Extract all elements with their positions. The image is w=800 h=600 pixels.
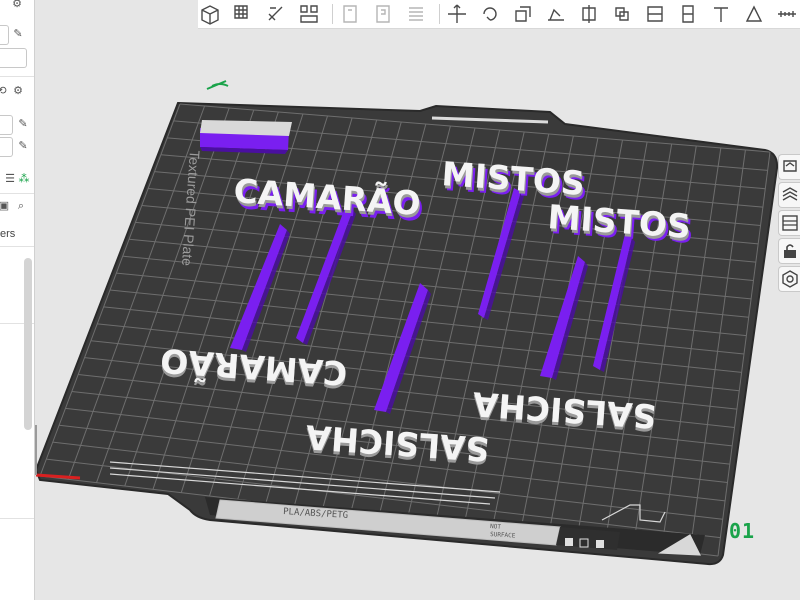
build-plate-viewport[interactable]: PLA/ABS/PETG NOT SURFACE Textured PEI Pl…	[0, 0, 800, 600]
add-cube-button[interactable]	[198, 2, 222, 26]
lock-plate-button[interactable]	[778, 238, 800, 264]
left-panel: ⚙ ✎ ⟲ ⚙ ✎ ✎ ☰ ⁂ ▣ ⌕ ers	[0, 0, 35, 600]
cut-button[interactable]	[577, 2, 601, 26]
preset-field-2[interactable]	[0, 48, 27, 68]
cut-icon	[582, 5, 596, 23]
text-button[interactable]	[709, 2, 733, 26]
edit-icon[interactable]: ✎	[17, 118, 29, 130]
slice-view-icon	[782, 187, 798, 201]
color-swatch-icon[interactable]: ⁂	[18, 173, 30, 185]
layers-button[interactable]	[404, 2, 428, 26]
seam-paint-icon	[682, 5, 694, 23]
plate-settings-button[interactable]	[778, 266, 800, 292]
boolean-button[interactable]	[610, 2, 634, 26]
split-parts-icon	[376, 5, 390, 23]
grid-list-icon	[782, 215, 798, 231]
plate-number[interactable]: 01	[729, 519, 755, 543]
orient-icon	[268, 6, 283, 21]
split-parts-button[interactable]	[371, 2, 395, 26]
plate-edit-mark-icon[interactable]	[206, 80, 229, 90]
support-paint-button[interactable]	[643, 2, 667, 26]
left-panel-scrollbar[interactable]	[24, 258, 32, 430]
plate-surface-note-1: NOT	[490, 523, 502, 531]
boolean-icon	[615, 7, 629, 21]
sync-icon[interactable]: ⟲	[0, 85, 8, 97]
list-icon[interactable]: ☰	[4, 173, 16, 185]
camera-view-icon	[783, 160, 797, 172]
preset-field-1[interactable]	[0, 25, 9, 45]
color-paint-icon	[745, 5, 763, 22]
scale-button[interactable]	[511, 2, 535, 26]
lay-on-face-icon	[548, 8, 564, 21]
support-paint-icon	[647, 6, 663, 22]
prime-tower	[200, 120, 292, 154]
color-paint-button[interactable]	[742, 2, 766, 26]
filament-field-1[interactable]	[0, 115, 13, 135]
scale-icon	[515, 6, 531, 22]
move-icon	[448, 4, 466, 23]
split-objects-icon	[343, 5, 357, 23]
measure-icon	[778, 11, 796, 17]
add-plate-icon	[234, 5, 248, 19]
orient-button[interactable]	[264, 2, 288, 26]
split-objects-button[interactable]	[338, 2, 362, 26]
save-icon[interactable]: ▣	[0, 200, 10, 212]
lock-icon	[784, 244, 796, 258]
hexagon-settings-icon	[782, 270, 798, 288]
slice-view-button[interactable]	[778, 182, 800, 208]
text-icon	[714, 7, 728, 22]
top-toolbar	[198, 0, 800, 29]
edit-icon[interactable]: ✎	[17, 140, 29, 152]
toolbar-separator	[439, 4, 440, 24]
toolbar-separator	[332, 4, 333, 24]
tab-label-partial[interactable]: ers	[0, 228, 15, 240]
search-icon[interactable]: ⌕	[15, 200, 27, 212]
rotate-button[interactable]	[478, 2, 502, 26]
seam-paint-button[interactable]	[676, 2, 700, 26]
view-camera-button[interactable]	[778, 154, 800, 180]
move-button[interactable]	[445, 2, 469, 26]
arrange-button[interactable]	[297, 2, 321, 26]
object-list-button[interactable]	[778, 210, 800, 236]
rotate-icon	[483, 7, 497, 21]
gear-icon[interactable]: ⚙	[12, 85, 24, 97]
add-plate-button[interactable]	[231, 2, 255, 26]
layers-icon	[409, 7, 423, 21]
measure-button[interactable]	[775, 2, 799, 26]
filament-field-2[interactable]	[0, 137, 13, 157]
lay-on-face-button[interactable]	[544, 2, 568, 26]
arrange-icon	[300, 5, 318, 23]
edit-icon[interactable]: ✎	[12, 28, 24, 40]
gear-icon[interactable]: ⚙	[11, 0, 23, 10]
add-cube-icon	[201, 5, 219, 25]
